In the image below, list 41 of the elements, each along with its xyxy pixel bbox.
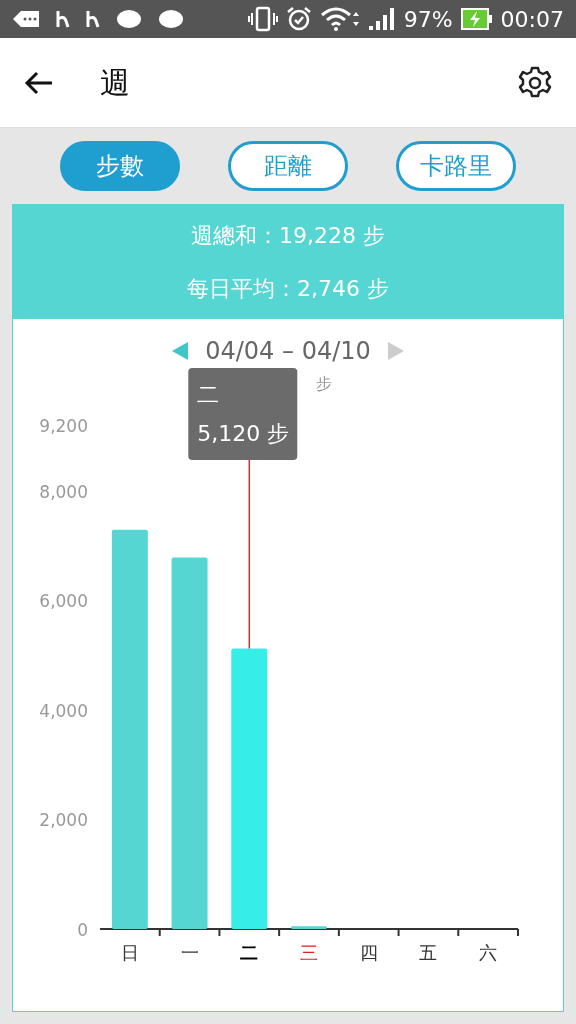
battery-charging-icon [460,7,493,31]
summary-text: 週總和：19,228 步 [191,222,385,250]
y-axis-label: 9,200 [39,416,88,436]
more-notifications-icon [12,10,40,28]
x-axis-label: 三 [300,942,318,963]
clock-time: 00:07 [500,5,564,34]
metric-tab[interactable]: 步數 [60,141,180,191]
bar[interactable] [231,648,268,929]
x-axis-label: 日 [120,942,139,963]
battery-percent: 97% [403,5,453,34]
x-axis-label: 二 [240,942,259,963]
metric-tab[interactable]: 距離 [228,141,348,191]
next-week-icon[interactable] [386,341,405,361]
y-axis-label: 6,000 [39,591,88,612]
y-axis-label: 2,000 [39,810,88,831]
metric-tab[interactable]: 卡路里 [396,141,516,191]
settings-icon[interactable] [518,65,552,100]
signal-icon [367,6,396,32]
tooltip-value: 5,120 步 [197,421,290,446]
alarm-icon [285,6,312,32]
wifi-icon [319,6,360,32]
y-axis-label: 0 [77,920,88,940]
x-axis-label: 五 [419,942,438,963]
date-range: 04/04 – 04/10 [205,336,371,367]
x-axis-label: 一 [180,942,199,963]
app-notification-icon [56,10,70,28]
previous-week-icon[interactable] [171,341,190,361]
y-axis-label: 4,000 [39,700,88,721]
tooltip-title: 二 [197,382,220,407]
x-axis-label: 四 [359,942,378,963]
bar[interactable] [171,557,208,929]
y-axis-label: 8,000 [39,481,88,502]
screen-title: 週 [100,64,130,102]
summary-text: 每日平均：2,746 步 [187,275,389,303]
vibrate-icon [247,6,278,32]
app-notification-icon [86,10,100,28]
y-axis-unit: 步 [316,374,332,393]
bar[interactable] [111,529,148,929]
bar[interactable] [291,926,327,929]
x-axis-label: 六 [479,942,498,963]
back-arrow-icon[interactable] [24,69,54,96]
